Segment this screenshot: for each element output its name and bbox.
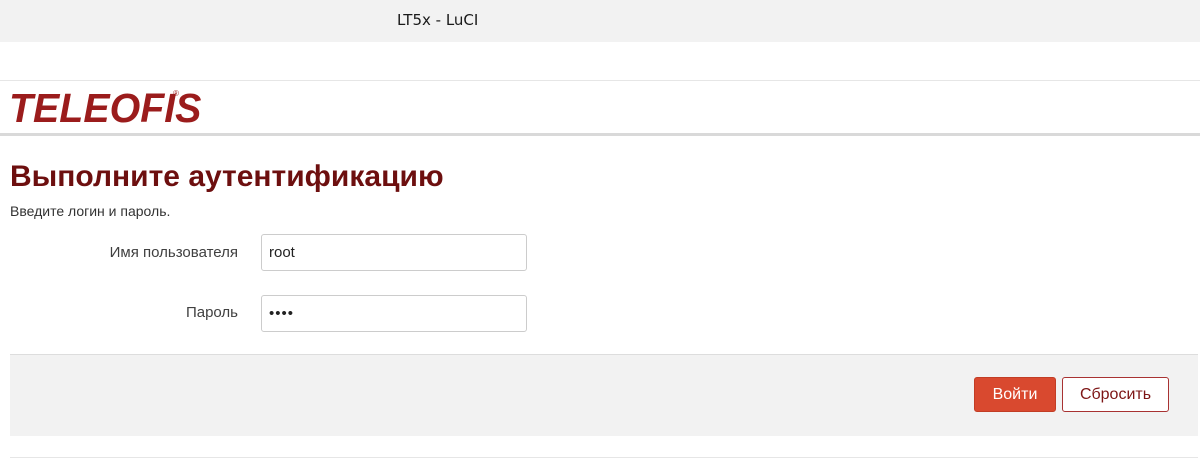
footer-divider [10,457,1198,458]
site-header: TELEOFIS ® [0,80,1200,136]
reset-button[interactable]: Сбросить [1062,377,1169,412]
password-input[interactable] [261,295,527,332]
page-description: Введите логин и пароль. [10,203,171,219]
login-button[interactable]: Войти [974,377,1056,412]
username-label: Имя пользователя [109,244,238,261]
registered-mark: ® [173,89,179,98]
browser-title-bar: LT5x - LuCI [0,0,1200,42]
username-input[interactable] [261,234,527,271]
window-title: LT5x - LuCI [397,11,479,29]
form-actions: Войти Сбросить [10,354,1198,436]
password-label: Пароль [185,304,238,321]
page-title: Выполните аутентификацию [10,160,444,193]
